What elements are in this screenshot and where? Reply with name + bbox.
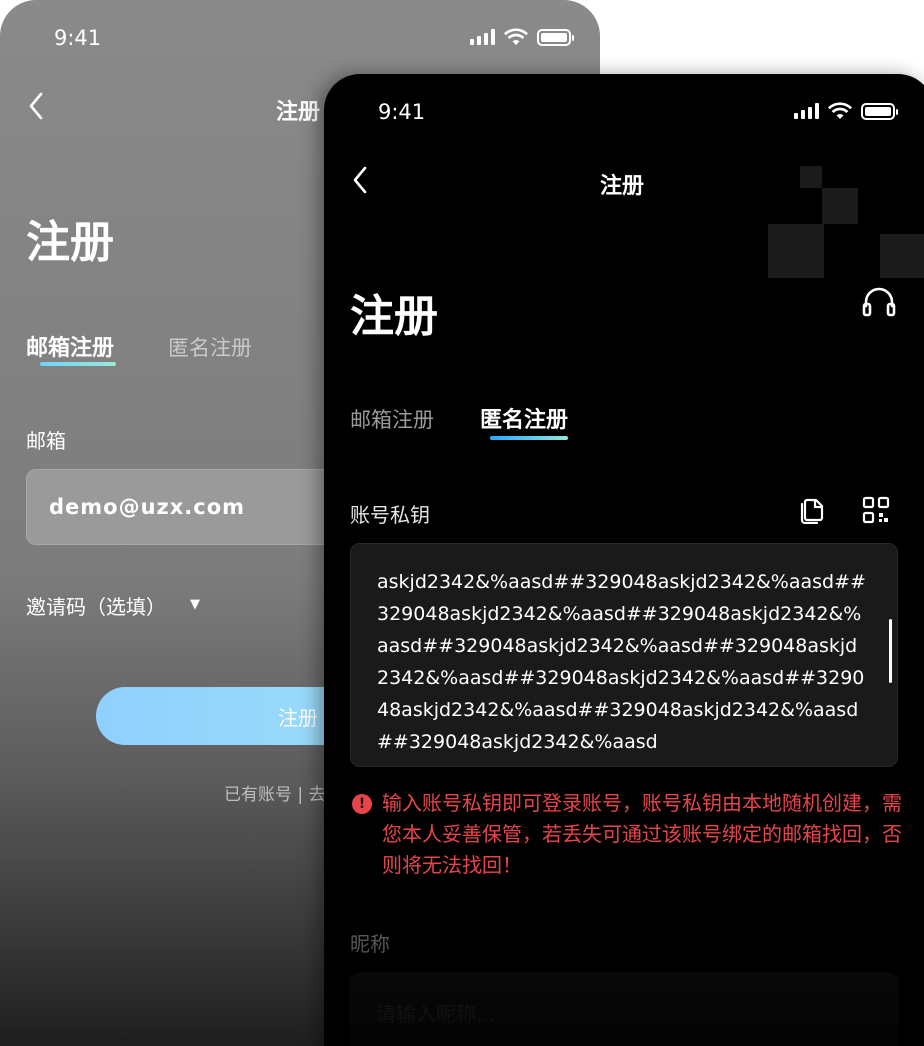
tab-anonymous-register[interactable]: 匿名注册 — [168, 332, 252, 362]
back-arrow-icon[interactable] — [28, 92, 44, 125]
nickname-placeholder: 请输入昵称... — [376, 1002, 496, 1026]
tab-email-register[interactable]: 邮箱注册 — [26, 330, 114, 362]
decorative-block — [768, 224, 824, 278]
caret-down-icon[interactable]: ▼ — [190, 597, 200, 612]
signal-icon — [794, 103, 819, 119]
status-icons — [470, 28, 574, 46]
wifi-icon — [828, 102, 852, 119]
warning-icon: ! — [352, 794, 372, 814]
private-key-label: 账号私钥 — [350, 503, 430, 527]
decorative-block — [800, 166, 822, 188]
active-tab-indicator — [490, 436, 568, 440]
status-time: 9:41 — [378, 100, 426, 124]
qr-code-icon[interactable] — [862, 496, 890, 524]
status-time: 9:41 — [54, 26, 102, 50]
wifi-icon — [504, 28, 528, 45]
battery-icon — [861, 102, 898, 120]
email-label: 邮箱 — [26, 429, 66, 453]
private-key-field[interactable]: askjd2342&%aasd##329048askjd2342&%aasd##… — [350, 543, 898, 767]
nickname-field[interactable]: 请输入昵称... — [350, 972, 898, 1046]
register-button-label: 注册 — [278, 705, 318, 730]
invite-code-toggle[interactable]: 邀请码（选填） — [26, 591, 166, 620]
front-phone-screen: 9:41 注册 注册 邮箱注册 匿名注册 账号私钥 askjd2342&%aas… — [324, 74, 924, 1046]
nav-title: 注册 — [600, 174, 645, 199]
back-arrow-icon[interactable] — [352, 166, 368, 199]
tab-email-register[interactable]: 邮箱注册 — [350, 404, 434, 434]
battery-icon — [537, 28, 574, 46]
app-screenshots: 9:41 注册 注册 邮箱注册 匿名注册 邮箱 demo@uzx.com 邀请码… — [0, 0, 924, 1046]
headset-support-icon[interactable] — [861, 284, 897, 320]
login-link-text[interactable]: 已有账号 | 去 — [224, 780, 326, 805]
page-title: 注册 — [26, 217, 114, 268]
warning-text: 输入账号私钥即可登录账号，账号私钥由本地随机创建，需您本人妥善保管，若丢失可通过… — [382, 791, 902, 877]
decorative-block — [880, 234, 924, 278]
status-icons — [794, 102, 898, 120]
copy-icon[interactable] — [798, 496, 826, 524]
email-value: demo@uzx.com — [49, 495, 246, 519]
scrollbar[interactable] — [889, 619, 892, 683]
nickname-label: 昵称 — [350, 932, 390, 956]
nav-title: 注册 — [276, 100, 321, 125]
signal-icon — [470, 29, 495, 45]
active-tab-indicator — [40, 362, 116, 366]
private-key-value: askjd2342&%aasd##329048askjd2342&%aasd##… — [377, 571, 866, 753]
decorative-block — [822, 188, 858, 224]
tab-anonymous-register[interactable]: 匿名注册 — [480, 402, 568, 434]
page-title: 注册 — [350, 291, 438, 342]
